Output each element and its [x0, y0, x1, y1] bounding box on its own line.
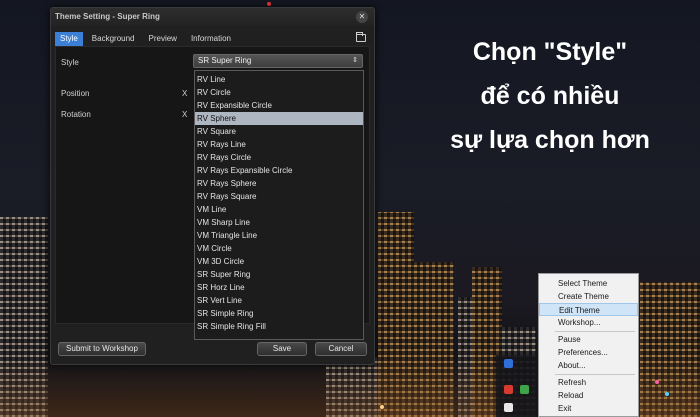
dropdown-option[interactable]: VM 3D Circle — [195, 255, 363, 268]
caption-line: để có nhiều — [480, 82, 620, 110]
tab-background[interactable]: Background — [87, 32, 140, 46]
rotation-x-label: X — [182, 110, 188, 119]
dropdown-option[interactable]: RV Rays Square — [195, 190, 363, 203]
title-bar[interactable]: Theme Setting - Super Ring ✕ — [51, 8, 374, 26]
tab-preview[interactable]: Preview — [144, 32, 182, 46]
dropdown-option[interactable]: VM Sharp Line — [195, 216, 363, 229]
dropdown-option[interactable]: VM Line — [195, 203, 363, 216]
menu-item-create-theme[interactable]: Create Theme — [539, 290, 638, 303]
dropdown-option[interactable]: VM Triangle Line — [195, 229, 363, 242]
dropdown-option[interactable]: RV Rays Sphere — [195, 177, 363, 190]
style-select-value: SR Super Ring — [198, 56, 252, 65]
menu-item-refresh[interactable]: Refresh — [539, 376, 638, 389]
system-tray — [496, 355, 538, 417]
dropdown-option[interactable]: RV Line — [195, 73, 363, 86]
dropdown-option[interactable]: SR Vert Line — [195, 294, 363, 307]
tab-style[interactable]: Style — [55, 32, 83, 46]
menu-item-pause[interactable]: Pause — [539, 333, 638, 346]
menu-item-select-theme[interactable]: Select Theme — [539, 277, 638, 290]
menu-item-reload[interactable]: Reload — [539, 389, 638, 402]
menu-separator — [555, 331, 635, 332]
dropdown-option[interactable]: RV Rays Circle — [195, 151, 363, 164]
update-icon[interactable] — [504, 403, 513, 412]
tab-bar: Style Background Preview Information — [55, 32, 240, 46]
dropdown-option[interactable]: VM Circle — [195, 242, 363, 255]
style-select[interactable]: SR Super Ring ⇕ — [193, 54, 363, 68]
menu-separator — [555, 374, 635, 375]
position-x-label: X — [182, 89, 188, 98]
cancel-button[interactable]: Cancel — [315, 342, 367, 356]
tab-information[interactable]: Information — [186, 32, 236, 46]
close-icon[interactable]: ✕ — [356, 11, 368, 23]
style-dropdown-list: RV Line RV Circle RV Expansible Circle R… — [194, 70, 364, 340]
caption: Chọn "Style" để có nhiều sự lựa chọn hơn — [400, 30, 700, 162]
caption-line: sự lựa chọn hơn — [450, 126, 650, 154]
window-title: Theme Setting - Super Ring — [55, 12, 160, 21]
position-label: Position — [61, 89, 90, 98]
save-button[interactable]: Save — [257, 342, 307, 356]
dropdown-option[interactable]: RV Square — [195, 125, 363, 138]
tray-context-menu: Select Theme Create Theme Edit Theme Wor… — [538, 273, 639, 417]
dropdown-option[interactable]: SR Simple Ring Fill — [195, 320, 363, 333]
dropdown-option[interactable]: RV Rays Line — [195, 138, 363, 151]
street-light — [665, 392, 669, 396]
dropdown-option[interactable]: SR Simple Ring — [195, 307, 363, 320]
app-icon[interactable] — [520, 385, 529, 394]
dropdown-option-highlighted[interactable]: RV Sphere — [195, 112, 363, 125]
street-light — [655, 380, 659, 384]
submit-to-workshop-button[interactable]: Submit to Workshop — [58, 342, 146, 356]
street-light — [380, 405, 384, 409]
antivirus-icon[interactable] — [504, 385, 513, 394]
folder-icon[interactable] — [356, 32, 366, 42]
caption-line: Chọn "Style" — [472, 38, 628, 66]
dropdown-option[interactable]: RV Rays Expansible Circle — [195, 164, 363, 177]
menu-item-workshop[interactable]: Workshop... — [539, 316, 638, 329]
menu-item-exit[interactable]: Exit — [539, 402, 638, 415]
dropdown-option[interactable]: RV Expansible Circle — [195, 99, 363, 112]
theme-setting-window: Theme Setting - Super Ring ✕ Style Backg… — [50, 7, 375, 365]
bluetooth-icon[interactable] — [504, 359, 513, 368]
dropdown-option[interactable]: RV Circle — [195, 86, 363, 99]
menu-item-about[interactable]: About... — [539, 359, 638, 372]
updown-arrows-icon: ⇕ — [352, 57, 358, 64]
menu-item-preferences[interactable]: Preferences... — [539, 346, 638, 359]
street-light — [267, 2, 271, 6]
rotation-label: Rotation — [61, 110, 91, 119]
dropdown-option[interactable]: SR Horz Line — [195, 281, 363, 294]
dropdown-option[interactable]: SR Super Ring — [195, 268, 363, 281]
menu-item-edit-theme[interactable]: Edit Theme — [539, 303, 638, 316]
style-label: Style — [61, 58, 79, 67]
